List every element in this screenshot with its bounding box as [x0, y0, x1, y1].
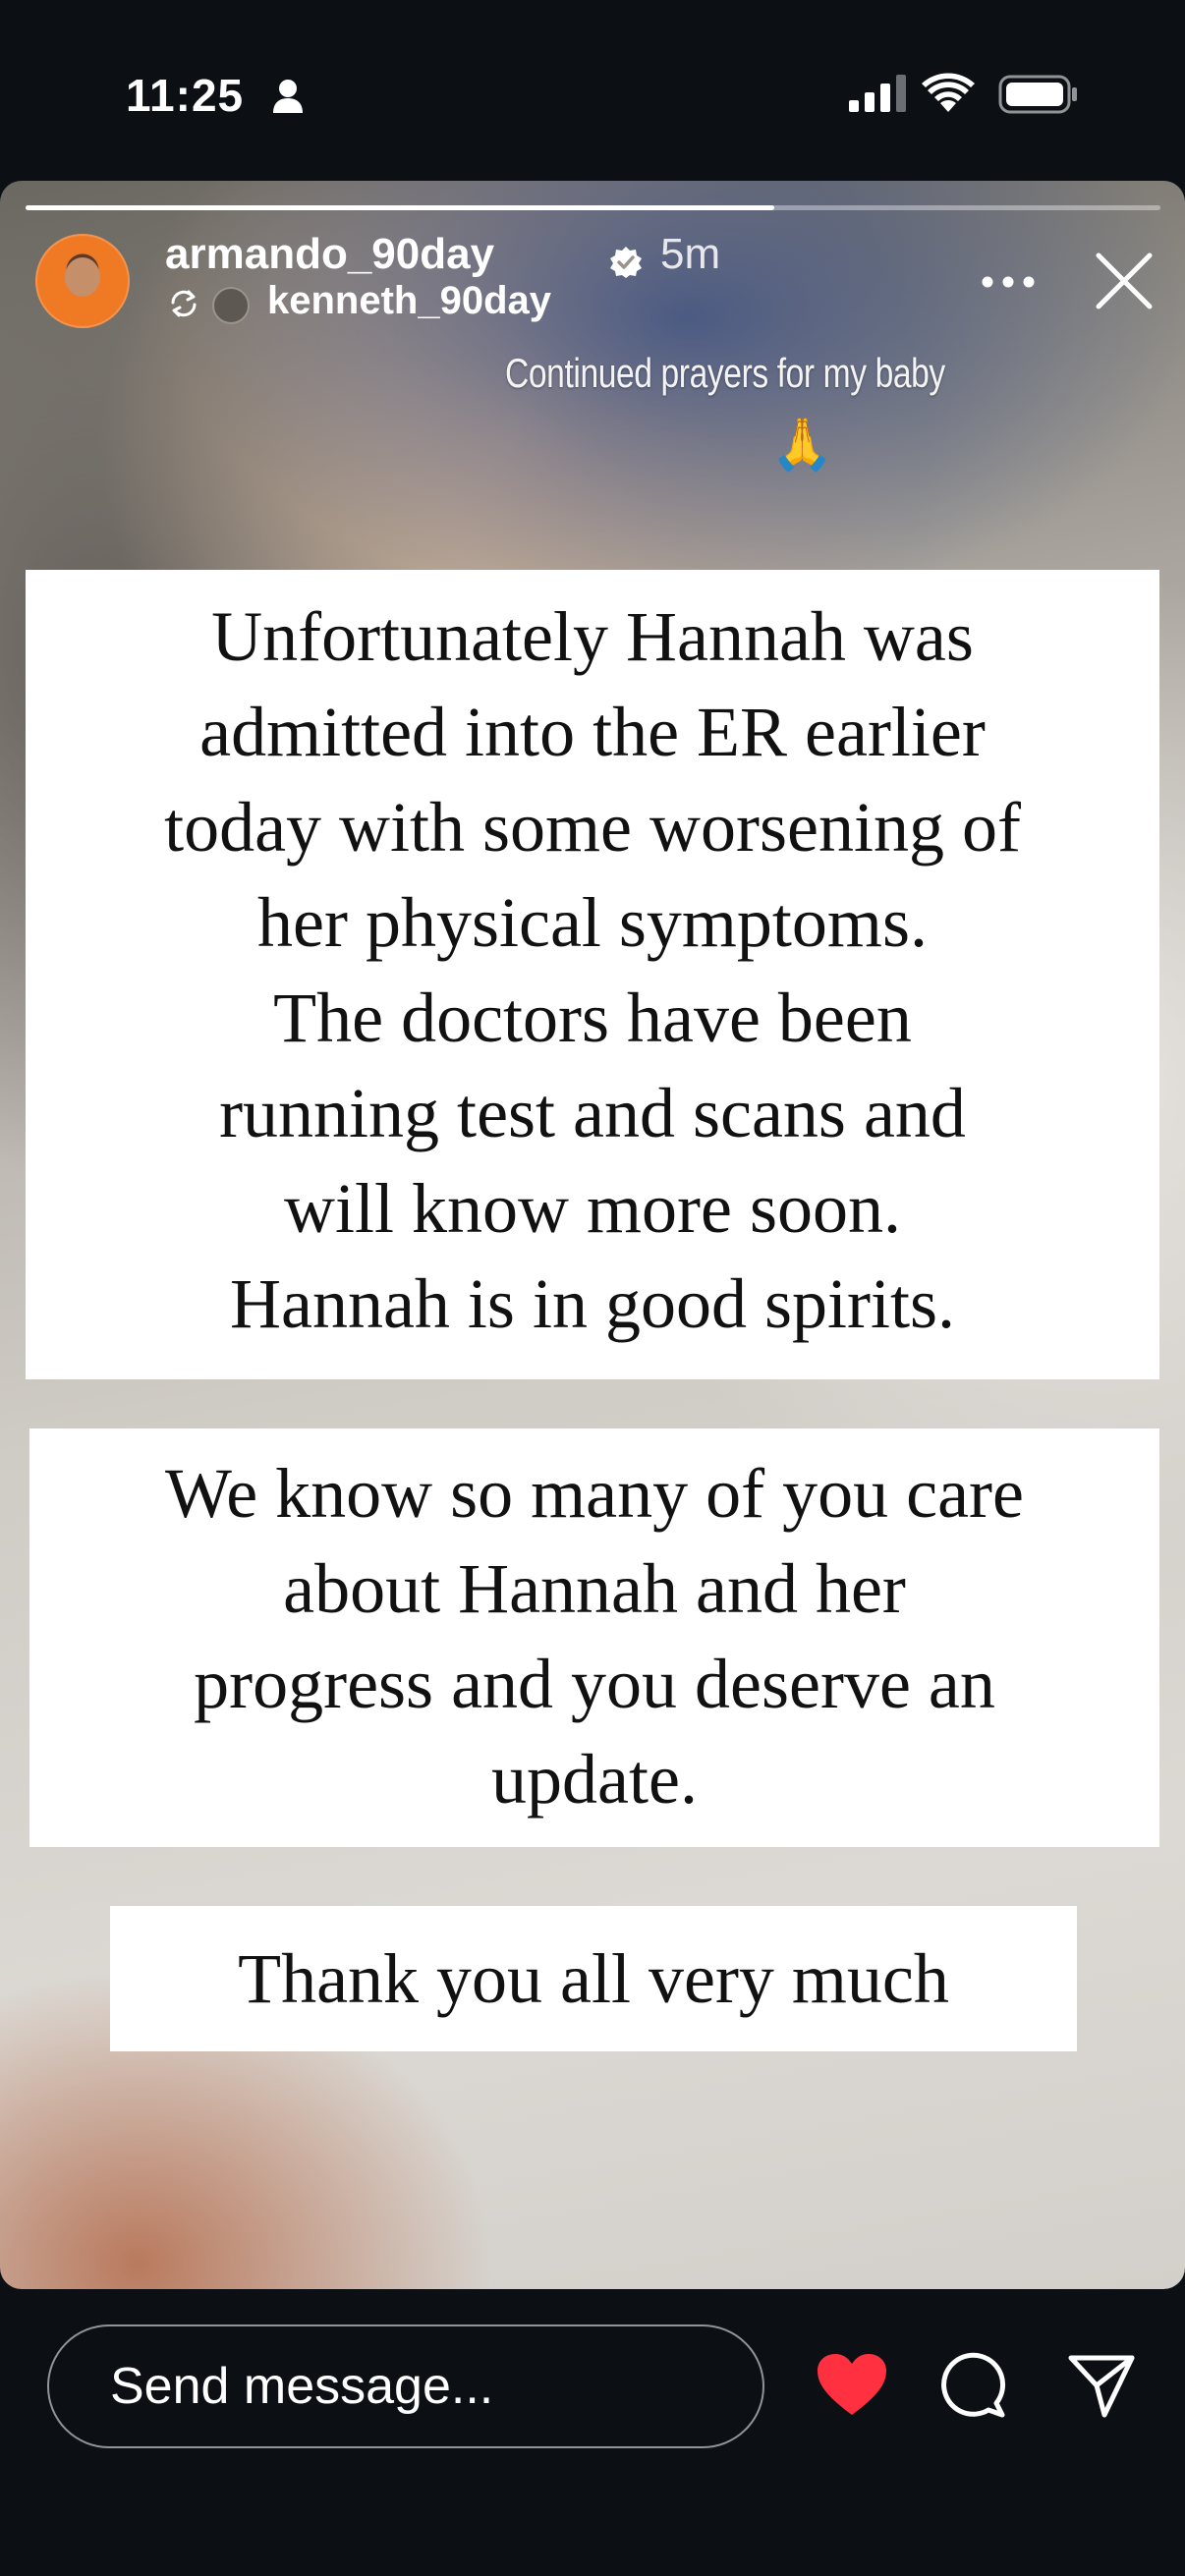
story-text-card: We know so many of you care about Hannah …: [29, 1428, 1159, 1847]
verified-icon: [610, 247, 642, 278]
pray-emoji: 🙏: [770, 417, 834, 474]
card-text-line: Thank you all very much: [238, 1939, 949, 2018]
share-icon[interactable]: [1067, 2352, 1136, 2419]
battery-icon: [998, 75, 1077, 114]
signal-icon: [849, 75, 906, 112]
person-icon: [273, 80, 303, 113]
card-text-line: update.: [491, 1740, 698, 1819]
card-text-line: progress and you deserve an: [194, 1645, 995, 1723]
card-text-line: running test and scans and: [219, 1074, 966, 1152]
story-time-ago: 5m: [660, 230, 721, 278]
comment-icon[interactable]: [941, 2352, 1008, 2419]
close-icon[interactable]: [1093, 250, 1156, 312]
status-time: 11:25: [126, 70, 245, 121]
story-viewer[interactable]: armando_90day 5m kenneth_90day Continued…: [0, 181, 1185, 2289]
card-text-line: about Hannah and her: [283, 1549, 906, 1628]
card-text-line: her physical symptoms.: [257, 883, 928, 962]
status-bar: 11:25: [0, 0, 1185, 187]
card-text-line: will know more soon.: [284, 1169, 901, 1248]
bottom-bar: [0, 2289, 1185, 2576]
story-progress-bar: [26, 205, 1160, 210]
avatar-face: [65, 257, 100, 297]
card-text-line: We know so many of you care: [165, 1454, 1024, 1533]
repost-avatar[interactable]: [212, 287, 250, 324]
story-text-card: Unfortunately Hannah was admitted into th…: [26, 570, 1159, 1379]
more-icon[interactable]: [981, 275, 1036, 289]
wifi-icon: [922, 73, 975, 112]
card-text-line: admitted into the ER earlier: [199, 693, 986, 771]
heart-icon[interactable]: [816, 2352, 888, 2417]
avatar[interactable]: [35, 234, 130, 328]
card-text-line: Unfortunately Hannah was: [211, 597, 974, 676]
card-text-line: Hannah is in good spirits.: [230, 1264, 955, 1343]
card-text-line: today with some worsening of: [164, 788, 1021, 867]
story-username[interactable]: armando_90day: [165, 230, 494, 279]
story-caption: Continued prayers for my baby: [505, 350, 945, 396]
story-text-card: Thank you all very much: [110, 1906, 1077, 2051]
send-message-input[interactable]: [47, 2324, 764, 2448]
card-text-line: The doctors have been: [273, 979, 912, 1057]
repost-username[interactable]: kenneth_90day: [267, 279, 551, 323]
story-progress-fill: [26, 205, 775, 210]
repost-icon: [171, 290, 197, 317]
